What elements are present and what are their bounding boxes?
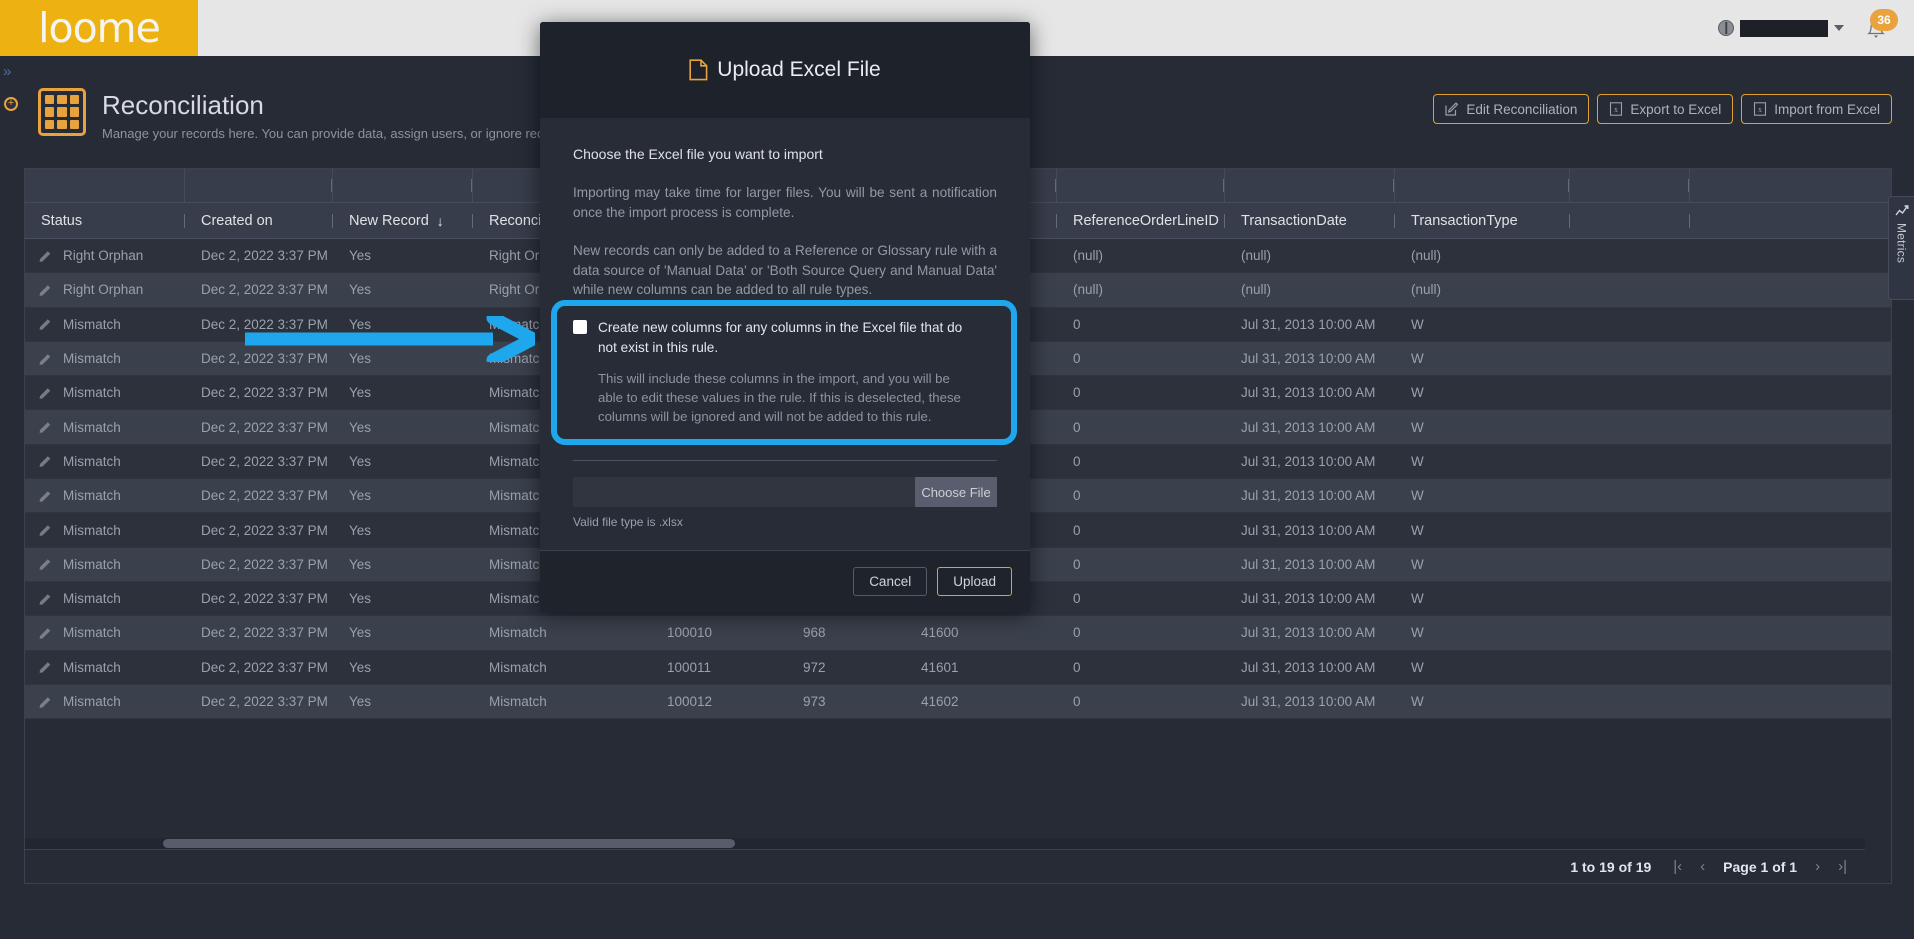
create-new-columns-label: Create new columns for any columns in th…	[598, 320, 963, 355]
create-new-columns-checkbox[interactable]	[573, 320, 587, 335]
file-picker-row: Choose File	[573, 477, 997, 508]
create-new-columns-checkbox-row[interactable]: Create new columns for any columns in th…	[573, 318, 997, 357]
choose-file-button[interactable]: Choose File	[915, 477, 997, 508]
file-icon	[689, 59, 708, 81]
upload-button[interactable]: Upload	[937, 567, 1012, 596]
modal-title: Upload Excel File	[689, 58, 881, 82]
modal-title-text: Upload Excel File	[717, 58, 881, 81]
modal-body: Choose the Excel file you want to import…	[540, 118, 1030, 550]
file-section-divider	[573, 460, 997, 462]
cancel-button[interactable]: Cancel	[853, 567, 928, 596]
modal-paragraph-2: New records can only be added to a Refer…	[573, 242, 997, 298]
valid-file-type-hint: Valid file type is .xlsx	[573, 515, 683, 530]
create-new-columns-help-text: This will include these columns in the i…	[598, 370, 961, 425]
create-new-columns-block: Create new columns for any columns in th…	[573, 318, 997, 426]
modal-header: Upload Excel File	[540, 22, 1030, 118]
file-path-input[interactable]	[573, 477, 915, 508]
modal-paragraph-1: Importing may take time for larger files…	[573, 185, 997, 220]
modal-lead-text: Choose the Excel file you want to import	[573, 146, 823, 162]
modal-footer: Cancel Upload	[540, 550, 1030, 612]
upload-excel-modal: Upload Excel File Choose the Excel file …	[540, 22, 1030, 612]
